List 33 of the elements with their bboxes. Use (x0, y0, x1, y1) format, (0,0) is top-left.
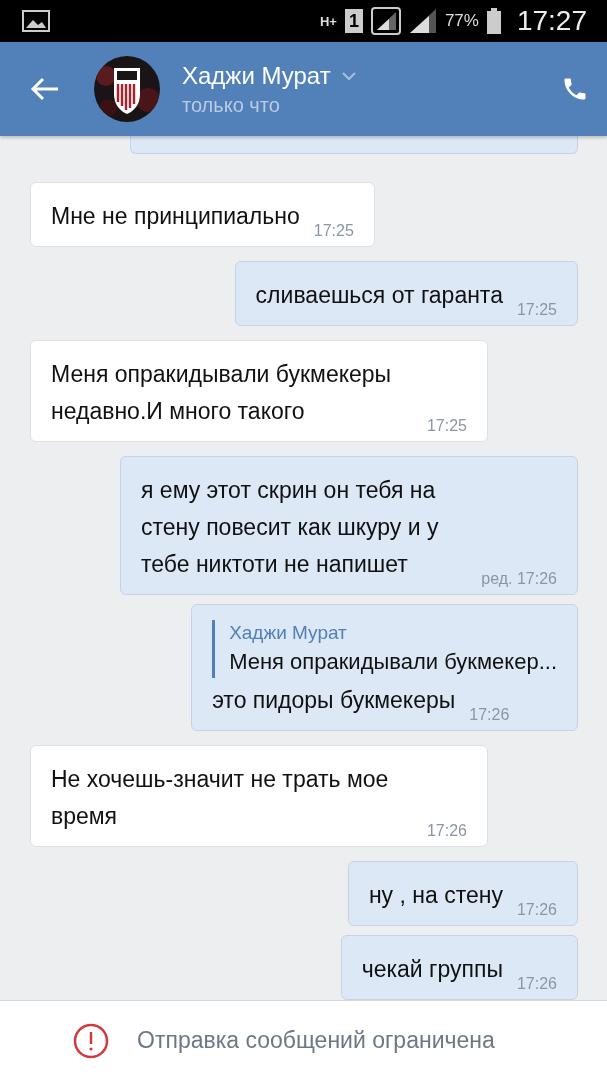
message-text: ну , на стену (368, 881, 503, 910)
message-text: это пидоры букмекеры (212, 686, 456, 715)
clock: 17:27 (516, 5, 587, 37)
message-time: 17:25 (516, 300, 557, 320)
quote-text: Меня опракидывали букмекер... (229, 648, 557, 676)
message-time: 17:26 (516, 900, 557, 920)
message-text: сливаешься от гаранта (255, 281, 503, 310)
battery-icon (486, 8, 501, 34)
message-text: чекай группы (361, 955, 503, 984)
quoted-message[interactable]: Хаджи Мурат Меня опракидывали букмекер... (212, 620, 557, 678)
last-seen: только что (182, 93, 281, 117)
message-time: 17:26 (469, 705, 510, 725)
signal-icon (370, 7, 401, 35)
message-time: ред. 17:26 (481, 569, 557, 589)
message-text: Мне не принципиально (51, 202, 300, 231)
gallery-icon (22, 10, 50, 32)
network-type: H+ (319, 14, 337, 28)
message-text: я ему этот скрин он тебя на стену повесит как шкуру и у тебе никтоти не напишет (141, 476, 440, 579)
message-time: 17:25 (313, 221, 354, 241)
warning-icon (73, 1022, 109, 1059)
message-time: 17:26 (426, 821, 467, 841)
back-arrow-icon[interactable] (30, 77, 60, 101)
message-time: 17:26 (516, 974, 557, 994)
quote-author: Хаджи Мурат (229, 621, 348, 645)
notice-text: Отправка сообщений ограничена (137, 1027, 495, 1054)
signal-icon (408, 8, 437, 34)
message-text: Не хочешь-значит не трать мое время (51, 765, 390, 831)
sim-badge: 1 (344, 9, 363, 33)
battery-level: 77% (444, 11, 479, 31)
message-time: 17:25 (426, 416, 467, 436)
contact-name[interactable]: Хаджи Мурат (182, 61, 331, 90)
chevron-down-icon[interactable] (340, 70, 357, 81)
message-text: Меня опракидывали букмекеры недавно.И много такого (51, 360, 393, 426)
